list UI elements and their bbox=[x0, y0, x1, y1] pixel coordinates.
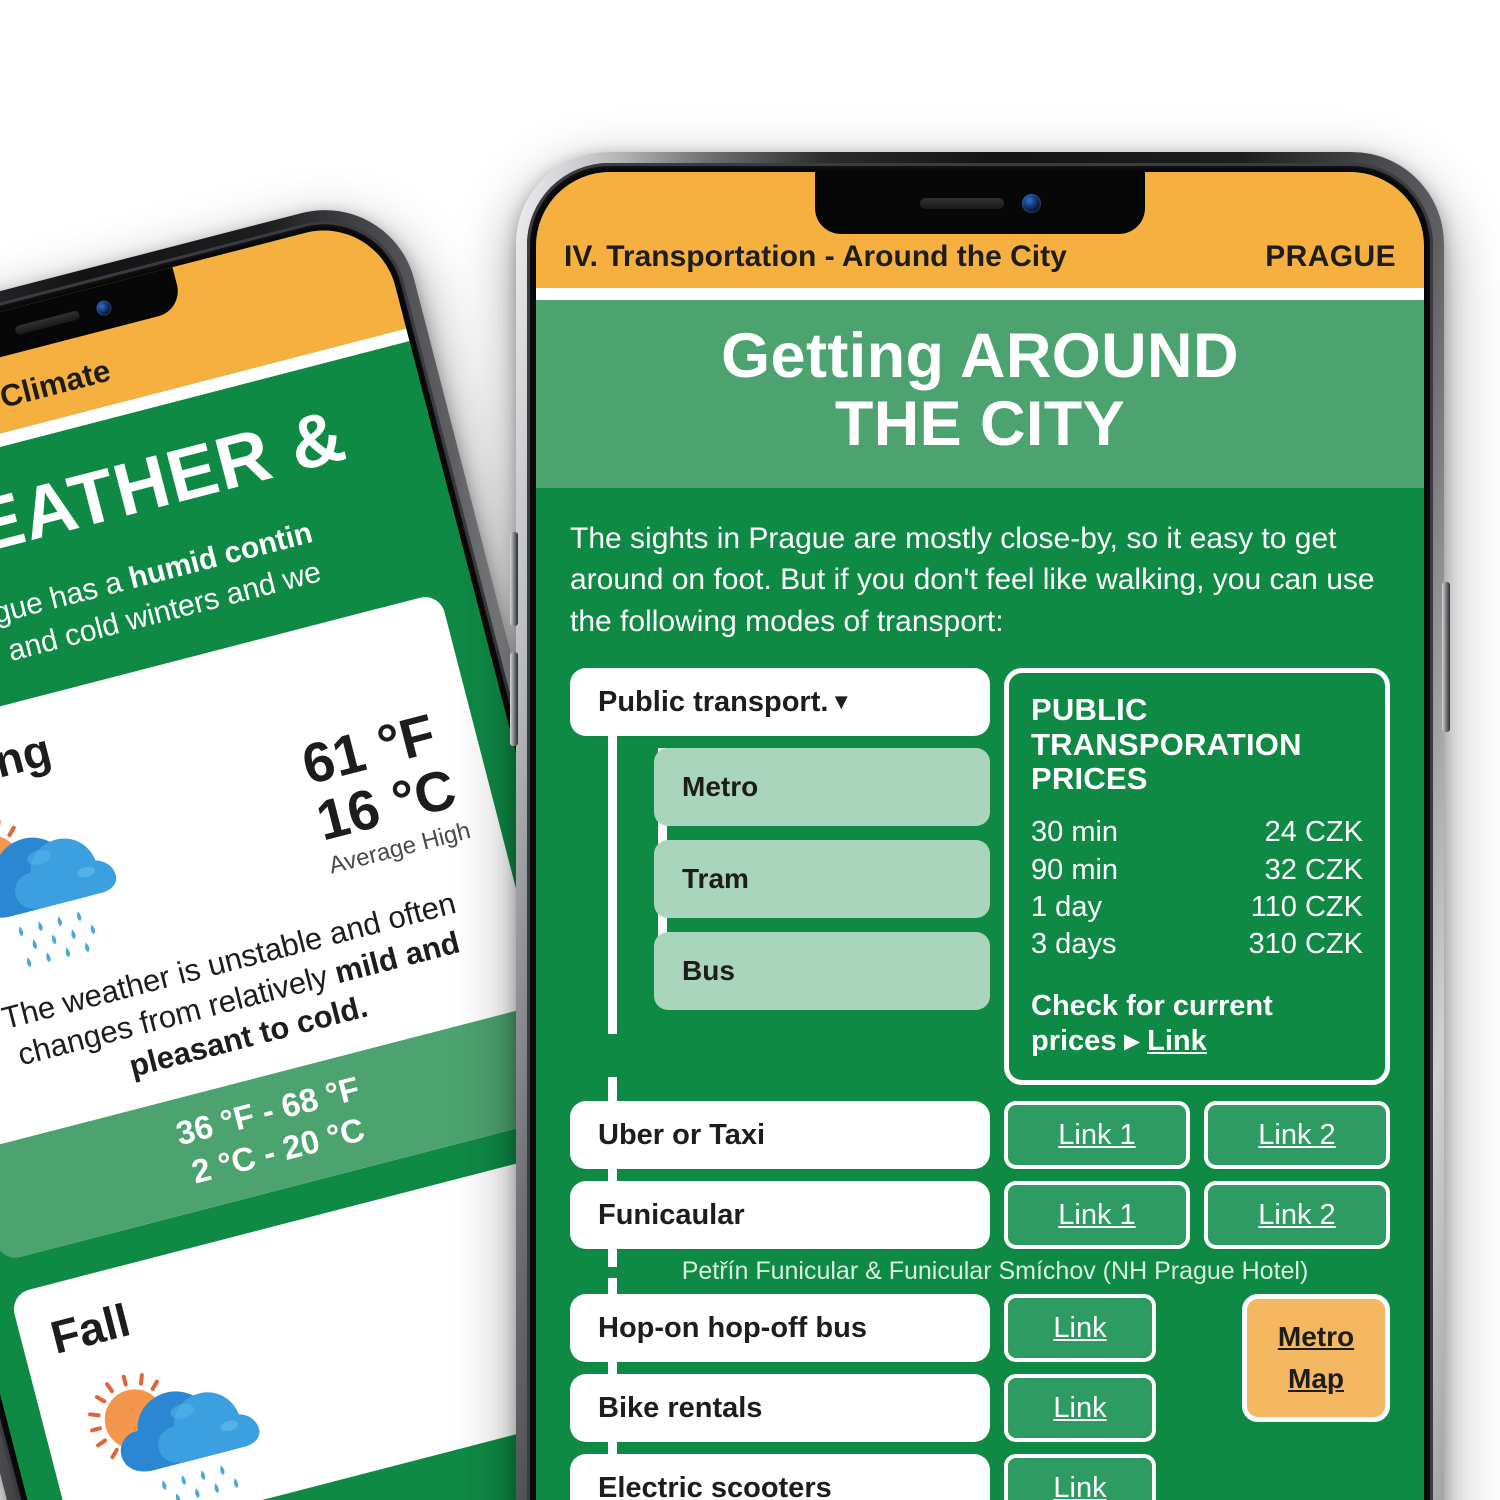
power-button[interactable] bbox=[1442, 582, 1450, 732]
volume-down-button[interactable] bbox=[510, 652, 518, 746]
transport-item-bike-rentals[interactable]: Bike rentals bbox=[570, 1374, 990, 1443]
metro-map-button[interactable]: Metro Map bbox=[1242, 1294, 1390, 1423]
row-label-wrap: Hop-on hop-off bus bbox=[570, 1278, 990, 1391]
row-link-wrap: Link bbox=[1004, 1454, 1224, 1500]
subitem-label: Bus bbox=[682, 955, 735, 987]
season-temperatures: 61 °F 16 °C Average High bbox=[296, 702, 474, 880]
prices-table: 30 min 24 CZK 90 min 32 CZK 1 day 110 CZ… bbox=[1031, 814, 1363, 962]
link-button-uber-1[interactable]: Link 1 bbox=[1004, 1101, 1190, 1170]
price-value: 32 CZK bbox=[1264, 853, 1363, 886]
transport-item-label: Hop-on hop-off bus bbox=[598, 1311, 867, 1344]
link-button-uber-2[interactable]: Link 2 bbox=[1204, 1101, 1390, 1170]
front-camera-icon bbox=[94, 298, 113, 317]
price-value: 110 CZK bbox=[1250, 890, 1363, 923]
row-link-wrap: Link bbox=[1004, 1374, 1224, 1454]
foreground-phone-transportation: IV. Transportation - Around the City PRA… bbox=[510, 152, 1450, 1500]
price-value: 310 CZK bbox=[1248, 927, 1363, 960]
section-label: IV. Transportation - Around the City bbox=[564, 240, 1067, 273]
transport-item-label: Public transport. bbox=[598, 685, 829, 718]
price-duration: 30 min bbox=[1031, 816, 1119, 849]
link-button-scooters[interactable]: Link bbox=[1004, 1454, 1156, 1500]
subitem-label: Tram bbox=[682, 863, 749, 895]
metro-map-line2: Map bbox=[1288, 1363, 1344, 1395]
price-row: 1 day 110 CZK bbox=[1031, 889, 1363, 926]
row-hop-on-hop-off: Hop-on hop-off bus Link bbox=[570, 1278, 1224, 1391]
header-divider-front bbox=[536, 288, 1424, 300]
transport-item-uber-or-taxi[interactable]: Uber or Taxi bbox=[570, 1101, 990, 1170]
transport-rows-group-2: Hop-on hop-off bus Link Bike rentals Lin… bbox=[570, 1278, 1390, 1500]
earpiece-speaker-icon bbox=[13, 309, 80, 336]
chevron-down-icon[interactable]: ▼ bbox=[830, 691, 852, 713]
page-title-band: Getting AROUND THE CITY bbox=[536, 300, 1424, 489]
row-label-wrap: Bike rentals bbox=[570, 1358, 990, 1471]
transport-subitem-metro[interactable]: Metro bbox=[654, 748, 990, 827]
check-prices-link[interactable]: Link bbox=[1147, 1025, 1207, 1057]
row-label-wrap: Electric scooters bbox=[570, 1438, 990, 1500]
volume-up-button[interactable] bbox=[510, 532, 518, 626]
price-duration: 3 days bbox=[1031, 927, 1117, 960]
link-button-bike[interactable]: Link bbox=[1004, 1374, 1156, 1443]
link-row-funicular: Link 1 Link 2 bbox=[1004, 1181, 1390, 1253]
transport-item-label: Electric scooters bbox=[598, 1471, 832, 1500]
transport-item-public-transport[interactable]: Public transport. ▼ bbox=[570, 668, 990, 737]
check-current-prices: Check for current prices ▸ Link bbox=[1031, 989, 1363, 1059]
transportation-body: The sights in Prague are mostly close-by… bbox=[536, 488, 1424, 1500]
transport-item-hop-on-hop-off-bus[interactable]: Hop-on hop-off bus bbox=[570, 1294, 990, 1363]
phone-screen-transportation: IV. Transportation - Around the City PRA… bbox=[536, 172, 1424, 1500]
screenshot-root: III. Weather & Climate WEATHER & Prague … bbox=[0, 0, 1500, 1500]
price-value: 24 CZK bbox=[1264, 816, 1363, 849]
transport-rows-group-1: Uber or Taxi Funicaular Link 1 Link 2 Li… bbox=[570, 1077, 1390, 1268]
sun-behind-rain-cloud-icon bbox=[62, 1331, 288, 1500]
link-row-hop-on: Link bbox=[1004, 1294, 1224, 1374]
price-row: 30 min 24 CZK bbox=[1031, 814, 1363, 851]
metro-map-line1: Metro bbox=[1277, 1321, 1355, 1353]
phone-inner-bezel-front: IV. Transportation - Around the City PRA… bbox=[527, 163, 1433, 1500]
prices-card-title: PUBLIC TRANSPORATION PRICES bbox=[1031, 692, 1302, 797]
sun-behind-rain-cloud-icon bbox=[0, 777, 145, 987]
funicular-caption: Petřín Funicular & Funicular Smíchov (NH… bbox=[681, 1257, 1309, 1286]
prices-column: PUBLIC TRANSPORATION PRICES 30 min 24 CZ… bbox=[1004, 668, 1390, 1086]
brand-label: PRAGUE bbox=[1265, 240, 1396, 273]
transport-item-label: Uber or Taxi bbox=[598, 1118, 766, 1151]
transport-item-funicaular[interactable]: Funicaular bbox=[570, 1181, 990, 1250]
public-transport-children: Metro Tram Bus bbox=[570, 748, 990, 1011]
price-duration: 90 min bbox=[1031, 853, 1119, 886]
price-row: 90 min 32 CZK bbox=[1031, 852, 1363, 889]
link-row-scooters: Link bbox=[1004, 1454, 1224, 1500]
transport-subitem-tram[interactable]: Tram bbox=[654, 840, 990, 919]
link-button-hop-on[interactable]: Link bbox=[1004, 1294, 1156, 1363]
row-link-wrap: Link bbox=[1004, 1294, 1224, 1374]
link-row-uber: Link 1 Link 2 bbox=[1004, 1101, 1390, 1181]
price-duration: 1 day bbox=[1031, 890, 1102, 923]
transport-item-label: Bike rentals bbox=[598, 1391, 763, 1424]
transport-item-electric-scooters[interactable]: Electric scooters bbox=[570, 1454, 990, 1500]
transport-rows-bottom: Hop-on hop-off bus Link Bike rentals Lin… bbox=[570, 1278, 1224, 1500]
price-row: 3 days 310 CZK bbox=[1031, 926, 1363, 963]
transport-subitem-bus[interactable]: Bus bbox=[654, 932, 990, 1011]
earpiece-speaker-icon bbox=[919, 197, 1004, 209]
row-electric-scooters: Electric scooters Link bbox=[570, 1438, 1224, 1500]
link-row-bike: Link bbox=[1004, 1374, 1224, 1454]
transport-tree-column: Public transport. ▼ Metro Tram Bus bbox=[570, 668, 990, 1035]
transport-item-label: Funicaular bbox=[598, 1198, 745, 1231]
season-card-spring: Spring 61 °F 16 °C Average High The weat… bbox=[0, 593, 575, 1262]
front-camera-icon bbox=[1021, 193, 1041, 213]
transport-top-grid: Public transport. ▼ Metro Tram Bus PUBLI… bbox=[570, 668, 1390, 1086]
transportation-intro-text: The sights in Prague are mostly close-by… bbox=[570, 522, 1375, 638]
public-transport-prices-card: PUBLIC TRANSPORATION PRICES 30 min 24 CZ… bbox=[1004, 668, 1390, 1086]
transport-rows-links-1: Link 1 Link 2 Link 1 Link 2 bbox=[1004, 1101, 1390, 1253]
phone-notch-front bbox=[815, 172, 1145, 234]
subitem-label: Metro bbox=[682, 771, 759, 803]
transport-rows-labels-1: Uber or Taxi Funicaular bbox=[570, 1077, 990, 1268]
page-title-line2: THE CITY bbox=[834, 389, 1126, 460]
link-button-funicular-1[interactable]: Link 1 bbox=[1004, 1181, 1190, 1250]
page-title-line1: Getting AROUND bbox=[721, 321, 1239, 391]
link-button-funicular-2[interactable]: Link 2 bbox=[1204, 1181, 1390, 1250]
row-bike-rentals: Bike rentals Link bbox=[570, 1358, 1224, 1471]
